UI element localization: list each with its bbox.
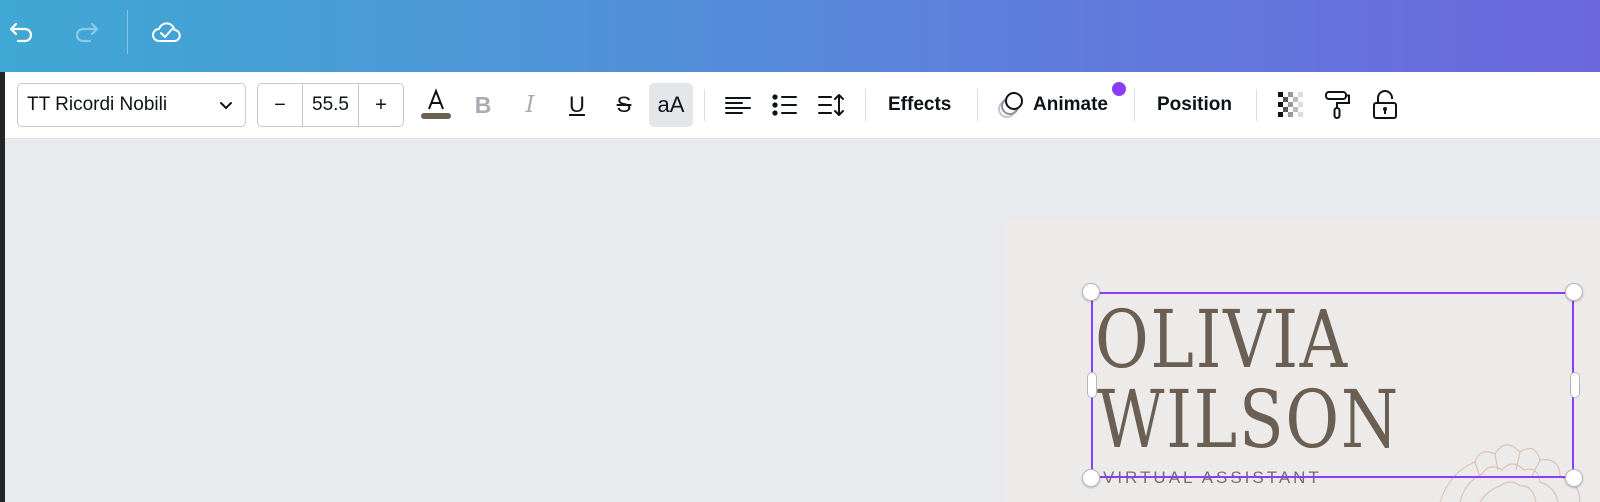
cloud-check-icon: [152, 22, 181, 42]
font-size-input[interactable]: 55.5: [302, 84, 359, 126]
editor-header: [0, 0, 1600, 72]
underline-button[interactable]: U: [555, 83, 599, 127]
undo-icon: [9, 22, 33, 43]
bold-icon: B: [474, 91, 492, 118]
strikethrough-button[interactable]: S: [602, 83, 646, 127]
font-family-value: TT Ricordi Nobili: [27, 94, 168, 115]
bullet-list-button[interactable]: [763, 83, 807, 127]
new-feature-badge: [1112, 82, 1126, 96]
save-status-button[interactable]: [148, 14, 184, 50]
line-spacing-icon: [818, 94, 844, 116]
font-family-dropdown[interactable]: TT Ricordi Nobili: [17, 83, 246, 127]
resize-handle-bottom-left[interactable]: [1082, 469, 1100, 487]
effects-button[interactable]: Effects: [888, 83, 951, 127]
left-panel-edge: [0, 72, 5, 502]
header-divider: [127, 10, 128, 54]
toolbar-divider: [865, 89, 866, 121]
animate-icon: [998, 92, 1023, 118]
resize-handle-top-left[interactable]: [1082, 283, 1100, 301]
resize-handle-right[interactable]: [1570, 372, 1580, 398]
toolbar-divider: [704, 89, 705, 121]
font-size-stepper: − 55.5 +: [257, 83, 404, 127]
unlock-icon: [1373, 90, 1397, 119]
underline-icon: U: [569, 92, 585, 117]
bullet-list-icon: [772, 94, 797, 116]
lock-button[interactable]: [1363, 83, 1407, 127]
resize-handle-top-right[interactable]: [1565, 283, 1583, 301]
copy-style-button[interactable]: [1316, 83, 1360, 127]
resize-handle-left[interactable]: [1087, 372, 1097, 398]
chevron-down-icon: [220, 102, 232, 110]
undo-button[interactable]: [4, 14, 40, 50]
selection-box: [1091, 292, 1574, 478]
bold-button[interactable]: B: [461, 83, 505, 127]
text-toolbar: TT Ricordi Nobili − 55.5 + B I U S aA Ef…: [5, 72, 1600, 139]
animate-button[interactable]: Animate: [997, 83, 1108, 127]
decrease-font-size-button[interactable]: −: [258, 84, 302, 126]
increase-font-size-button[interactable]: +: [359, 84, 403, 126]
strikethrough-icon: S: [616, 92, 632, 117]
toolbar-divider: [1134, 89, 1135, 121]
letter-case-icon: aA: [657, 92, 685, 117]
align-left-icon: [725, 97, 751, 114]
redo-icon: [75, 22, 99, 43]
paint-roller-icon: [1325, 91, 1350, 119]
animate-label: Animate: [1033, 94, 1108, 115]
italic-button[interactable]: I: [508, 83, 552, 127]
transparency-button[interactable]: [1269, 83, 1313, 127]
italic-icon: I: [525, 92, 535, 118]
resize-handle-bottom-right[interactable]: [1565, 469, 1583, 487]
toolbar-divider: [977, 89, 978, 121]
position-button[interactable]: Position: [1157, 83, 1232, 127]
toolbar-divider: [1256, 89, 1257, 121]
transparency-icon: [1278, 92, 1303, 117]
spacing-button[interactable]: [810, 83, 854, 127]
redo-button[interactable]: [68, 14, 104, 50]
align-left-button[interactable]: [716, 83, 760, 127]
text-color-button[interactable]: [414, 83, 458, 127]
text-color-icon: [421, 88, 451, 119]
letter-case-button[interactable]: aA: [649, 83, 693, 127]
